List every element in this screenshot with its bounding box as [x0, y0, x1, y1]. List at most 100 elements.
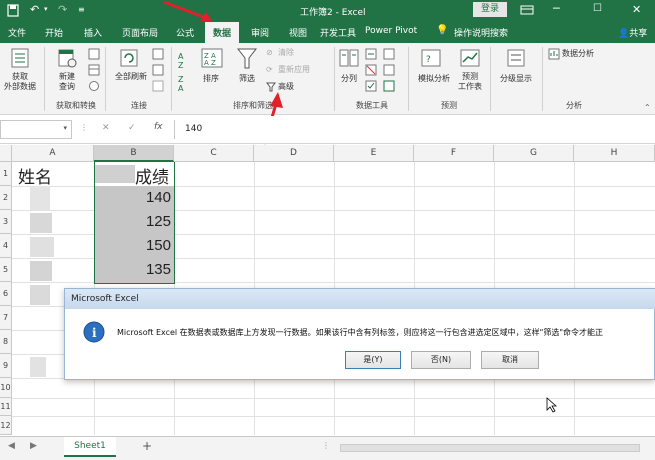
column-header-h[interactable]: H — [574, 145, 655, 162]
column-header-a[interactable]: A — [12, 145, 94, 162]
tab-view[interactable]: 视图 — [289, 26, 307, 39]
scroll-right-icon[interactable]: ▶ — [30, 441, 37, 451]
properties-icon[interactable] — [152, 64, 164, 76]
column-header-g[interactable]: G — [494, 145, 574, 162]
column-header-d[interactable]: D — [254, 145, 334, 162]
name-box[interactable]: ▾ — [0, 120, 72, 139]
tab-data[interactable]: 数据 — [205, 22, 240, 43]
maximize-icon[interactable]: ☐ — [593, 3, 602, 14]
login-button[interactable]: 登录 — [473, 2, 507, 17]
row-header-7[interactable]: 7 — [0, 306, 12, 330]
share-label: 共享 — [629, 29, 648, 39]
group-get-transform: 获取和转换 — [56, 101, 96, 110]
outline-button[interactable]: 分级显示 — [494, 74, 538, 84]
add-sheet-icon[interactable]: + — [142, 439, 152, 453]
cell-b1[interactable]: 成绩 — [135, 163, 169, 188]
cell-b3[interactable]: 125 — [100, 213, 171, 230]
column-header-b[interactable]: B — [94, 145, 174, 162]
tab-formulas[interactable]: 公式 — [176, 26, 194, 39]
column-header-c[interactable]: C — [174, 145, 254, 162]
row-header-4[interactable]: 4 — [0, 234, 12, 258]
enter-icon[interactable]: ✓ — [128, 123, 136, 133]
customize-qat-icon[interactable]: ≡ — [78, 5, 85, 14]
forecast-sheet-button[interactable]: 预测 工作表 — [455, 72, 485, 92]
column-header-e[interactable]: E — [334, 145, 414, 162]
remove-duplicates-icon[interactable] — [365, 64, 377, 76]
tab-insert[interactable]: 插入 — [84, 26, 102, 39]
filter-button[interactable]: 筛选 — [232, 74, 262, 84]
edit-links-icon[interactable] — [152, 80, 164, 92]
horizontal-scrollbar[interactable] — [340, 444, 640, 452]
minimize-icon[interactable]: ─ — [553, 2, 560, 15]
cell-a1[interactable]: 姓名 — [18, 163, 52, 188]
row-header-1[interactable]: 1 — [0, 162, 12, 186]
close-icon[interactable]: ✕ — [632, 3, 641, 16]
ribbon-tabs: 文件 开始 插入 页面布局 公式 数据 审阅 视图 开发工具 Power Piv… — [0, 22, 655, 43]
share-button[interactable]: 👤共享 — [618, 26, 647, 39]
text-to-columns-button[interactable]: 分列 — [334, 74, 364, 84]
save-icon[interactable] — [7, 4, 19, 17]
yes-button[interactable]: 是(Y) — [345, 351, 401, 369]
split-handle-icon[interactable]: ⋮ — [322, 441, 330, 450]
cell-b4[interactable]: 150 — [100, 237, 171, 254]
tab-review[interactable]: 审阅 — [251, 26, 269, 39]
tab-power-pivot[interactable]: Power Pivot — [365, 26, 417, 36]
row-header-12[interactable]: 12 — [0, 416, 12, 435]
cancel-icon[interactable]: ✕ — [102, 123, 110, 133]
column-header-f[interactable]: F — [414, 145, 494, 162]
tab-page-layout[interactable]: 页面布局 — [122, 26, 158, 39]
ribbon-display-icon[interactable] — [520, 5, 534, 15]
get-data-button[interactable]: 获取 外部数据 — [0, 72, 40, 92]
row-header-2[interactable]: 2 — [0, 186, 12, 210]
name-box-dropdown-icon[interactable]: ▾ — [63, 124, 67, 132]
sort-az-icon[interactable]: A Z Z A — [176, 49, 194, 93]
row-header-5[interactable]: 5 — [0, 258, 12, 282]
insert-function-icon[interactable]: fx — [154, 122, 163, 132]
cell-b2[interactable]: 140 — [100, 189, 171, 206]
refresh-all-button[interactable]: 全部刷新 — [108, 72, 154, 82]
tell-me-search[interactable]: 操作说明搜索 — [454, 26, 508, 39]
blurred-name — [30, 186, 50, 210]
relationships-icon[interactable] — [383, 64, 395, 76]
tab-developer[interactable]: 开发工具 — [320, 26, 356, 39]
clear-button[interactable]: 清除 — [278, 48, 294, 58]
row-header-8[interactable]: 8 — [0, 330, 12, 354]
no-button[interactable]: 否(N) — [411, 351, 471, 369]
tab-home[interactable]: 开始 — [45, 26, 63, 39]
undo-icon[interactable]: ↶ — [30, 3, 39, 16]
from-table-icon[interactable] — [88, 64, 100, 76]
consolidate-icon[interactable] — [383, 48, 395, 60]
row-header-3[interactable]: 3 — [0, 210, 12, 234]
flash-fill-icon[interactable] — [365, 48, 377, 60]
alert-dialog: Microsoft Excel i Microsoft Excel 在数据表或数… — [64, 288, 655, 380]
clear-icon: ⊘ — [266, 48, 273, 57]
tab-file[interactable]: 文件 — [8, 26, 26, 39]
cell-b5[interactable]: 135 — [100, 261, 171, 278]
user-icon: 👤 — [618, 29, 630, 39]
row-header-9[interactable]: 9 — [0, 354, 12, 378]
window-title: 工作簿2 - Excel — [300, 8, 366, 18]
connections-icon[interactable] — [152, 48, 164, 60]
sort-button[interactable]: 排序 — [196, 74, 226, 84]
show-queries-icon[interactable] — [88, 48, 100, 60]
sheet-tab-sheet1[interactable]: Sheet1 — [64, 437, 116, 457]
info-icon: i — [83, 321, 105, 343]
collapse-ribbon-icon[interactable]: ⌃ — [644, 103, 651, 112]
undo-dropdown-icon[interactable]: ▾ — [44, 5, 48, 13]
data-analysis-button[interactable]: 数据分析 — [562, 49, 594, 59]
row-header-6[interactable]: 6 — [0, 282, 12, 306]
reapply-button[interactable]: 重新应用 — [278, 65, 310, 75]
what-if-button[interactable]: 模拟分析 — [412, 74, 456, 84]
data-validation-icon[interactable] — [365, 80, 377, 92]
row-header-11[interactable]: 11 — [0, 398, 12, 416]
new-query-button[interactable]: 新建 查询 — [48, 72, 86, 92]
row-header-10[interactable]: 10 — [0, 378, 12, 398]
cancel-button[interactable]: 取消 — [481, 351, 539, 369]
new-query-icon — [58, 49, 77, 68]
select-all-corner[interactable] — [0, 145, 12, 162]
recent-sources-icon[interactable] — [88, 80, 100, 92]
scroll-left-icon[interactable]: ◀ — [8, 441, 15, 451]
redo-icon[interactable]: ↷ — [58, 3, 67, 16]
formula-input[interactable]: 140 — [174, 120, 655, 139]
manage-data-model-icon[interactable] — [383, 80, 395, 92]
